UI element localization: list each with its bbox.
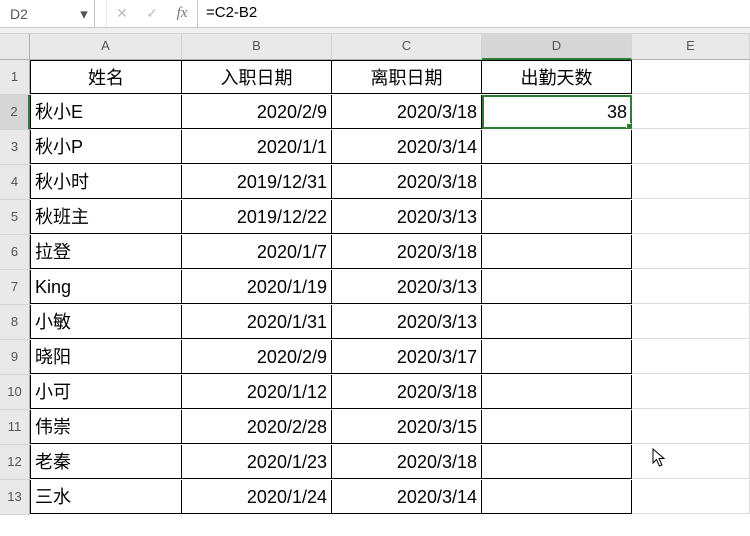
row-header-5[interactable]: 5 [0,200,30,235]
cell-B13[interactable]: 2020/1/24 [182,480,332,514]
row-header-10[interactable]: 10 [0,375,30,410]
cancel-icon: ✕ [116,5,128,22]
cell-D1[interactable]: 出勤天数 [482,60,632,94]
cell-B8[interactable]: 2020/1/31 [182,305,332,339]
cell-D3[interactable] [482,130,632,164]
cell-A2[interactable]: 秋小E [30,95,182,129]
cell-E7[interactable] [632,270,750,304]
cell-E5[interactable] [632,200,750,234]
cell-C11[interactable]: 2020/3/15 [332,410,482,444]
row-header-4[interactable]: 4 [0,165,30,200]
row-header-12[interactable]: 12 [0,445,30,480]
fx-icon: fx [177,5,188,22]
cell-B2[interactable]: 2020/2/9 [182,95,332,129]
cell-C2[interactable]: 2020/3/18 [332,95,482,129]
cell-D7[interactable] [482,270,632,304]
cell-D12[interactable] [482,445,632,479]
spreadsheet-grid[interactable]: ABCDE1姓名入职日期离职日期出勤天数2秋小E2020/2/92020/3/1… [0,34,750,515]
row-header-6[interactable]: 6 [0,235,30,270]
row-header-8[interactable]: 8 [0,305,30,340]
column-header-C[interactable]: C [332,34,482,60]
cell-B11[interactable]: 2020/2/28 [182,410,332,444]
row-header-3[interactable]: 3 [0,130,30,165]
name-box-wrap[interactable]: D2 ▾ [0,0,95,27]
formula-input[interactable]: =C2-B2 [197,0,750,27]
cell-B1[interactable]: 入职日期 [182,60,332,94]
cell-C5[interactable]: 2020/3/13 [332,200,482,234]
check-icon: ✓ [146,5,158,22]
cell-D4[interactable] [482,165,632,199]
row-header-1[interactable]: 1 [0,60,30,95]
cancel-button[interactable]: ✕ [107,0,137,27]
column-header-E[interactable]: E [632,34,750,60]
cell-A1[interactable]: 姓名 [30,60,182,94]
cell-A5[interactable]: 秋班主 [30,200,182,234]
insert-function-button[interactable]: fx [167,0,197,27]
cell-D13[interactable] [482,480,632,514]
cell-D11[interactable] [482,410,632,444]
cell-C12[interactable]: 2020/3/18 [332,445,482,479]
cell-C1[interactable]: 离职日期 [332,60,482,94]
cell-C7[interactable]: 2020/3/13 [332,270,482,304]
row-header-9[interactable]: 9 [0,340,30,375]
row-header-7[interactable]: 7 [0,270,30,305]
cell-D8[interactable] [482,305,632,339]
cell-B9[interactable]: 2020/2/9 [182,340,332,374]
row-header-13[interactable]: 13 [0,480,30,515]
cell-D6[interactable] [482,235,632,269]
cell-E4[interactable] [632,165,750,199]
row-header-2[interactable]: 2 [0,95,30,130]
cell-B3[interactable]: 2020/1/1 [182,130,332,164]
cell-E2[interactable] [632,95,750,129]
select-all-corner[interactable] [0,34,30,60]
cell-E13[interactable] [632,480,750,514]
column-header-B[interactable]: B [182,34,332,60]
cell-A3[interactable]: 秋小P [30,130,182,164]
confirm-button[interactable]: ✓ [137,0,167,27]
cell-B10[interactable]: 2020/1/12 [182,375,332,409]
name-box-dropdown-icon[interactable]: ▾ [74,5,94,23]
cell-B12[interactable]: 2020/1/23 [182,445,332,479]
cell-A9[interactable]: 晓阳 [30,340,182,374]
cell-E11[interactable] [632,410,750,444]
formula-bar-divider [95,0,107,27]
cell-A13[interactable]: 三水 [30,480,182,514]
cell-C4[interactable]: 2020/3/18 [332,165,482,199]
cell-A12[interactable]: 老秦 [30,445,182,479]
cell-E10[interactable] [632,375,750,409]
cell-C3[interactable]: 2020/3/14 [332,130,482,164]
column-header-D[interactable]: D [482,34,632,60]
cell-E1[interactable] [632,60,750,94]
cell-B4[interactable]: 2019/12/31 [182,165,332,199]
cell-D2[interactable]: 38 [482,95,632,129]
cell-A7[interactable]: King [30,270,182,304]
cell-E3[interactable] [632,130,750,164]
cell-D5[interactable] [482,200,632,234]
cell-B7[interactable]: 2020/1/19 [182,270,332,304]
cell-C8[interactable]: 2020/3/13 [332,305,482,339]
column-header-A[interactable]: A [30,34,182,60]
cell-C6[interactable]: 2020/3/18 [332,235,482,269]
row-header-11[interactable]: 11 [0,410,30,445]
cell-A8[interactable]: 小敏 [30,305,182,339]
cell-A11[interactable]: 伟崇 [30,410,182,444]
cell-E9[interactable] [632,340,750,374]
cell-B6[interactable]: 2020/1/7 [182,235,332,269]
cell-E12[interactable] [632,445,750,479]
cell-E6[interactable] [632,235,750,269]
cell-D10[interactable] [482,375,632,409]
cell-C9[interactable]: 2020/3/17 [332,340,482,374]
formula-bar: D2 ▾ ✕ ✓ fx =C2-B2 [0,0,750,28]
cell-A6[interactable]: 拉登 [30,235,182,269]
cell-A10[interactable]: 小可 [30,375,182,409]
name-box[interactable]: D2 [6,1,74,27]
cell-B5[interactable]: 2019/12/22 [182,200,332,234]
cell-A4[interactable]: 秋小时 [30,165,182,199]
cell-C10[interactable]: 2020/3/18 [332,375,482,409]
cell-C13[interactable]: 2020/3/14 [332,480,482,514]
cell-E8[interactable] [632,305,750,339]
cell-D9[interactable] [482,340,632,374]
